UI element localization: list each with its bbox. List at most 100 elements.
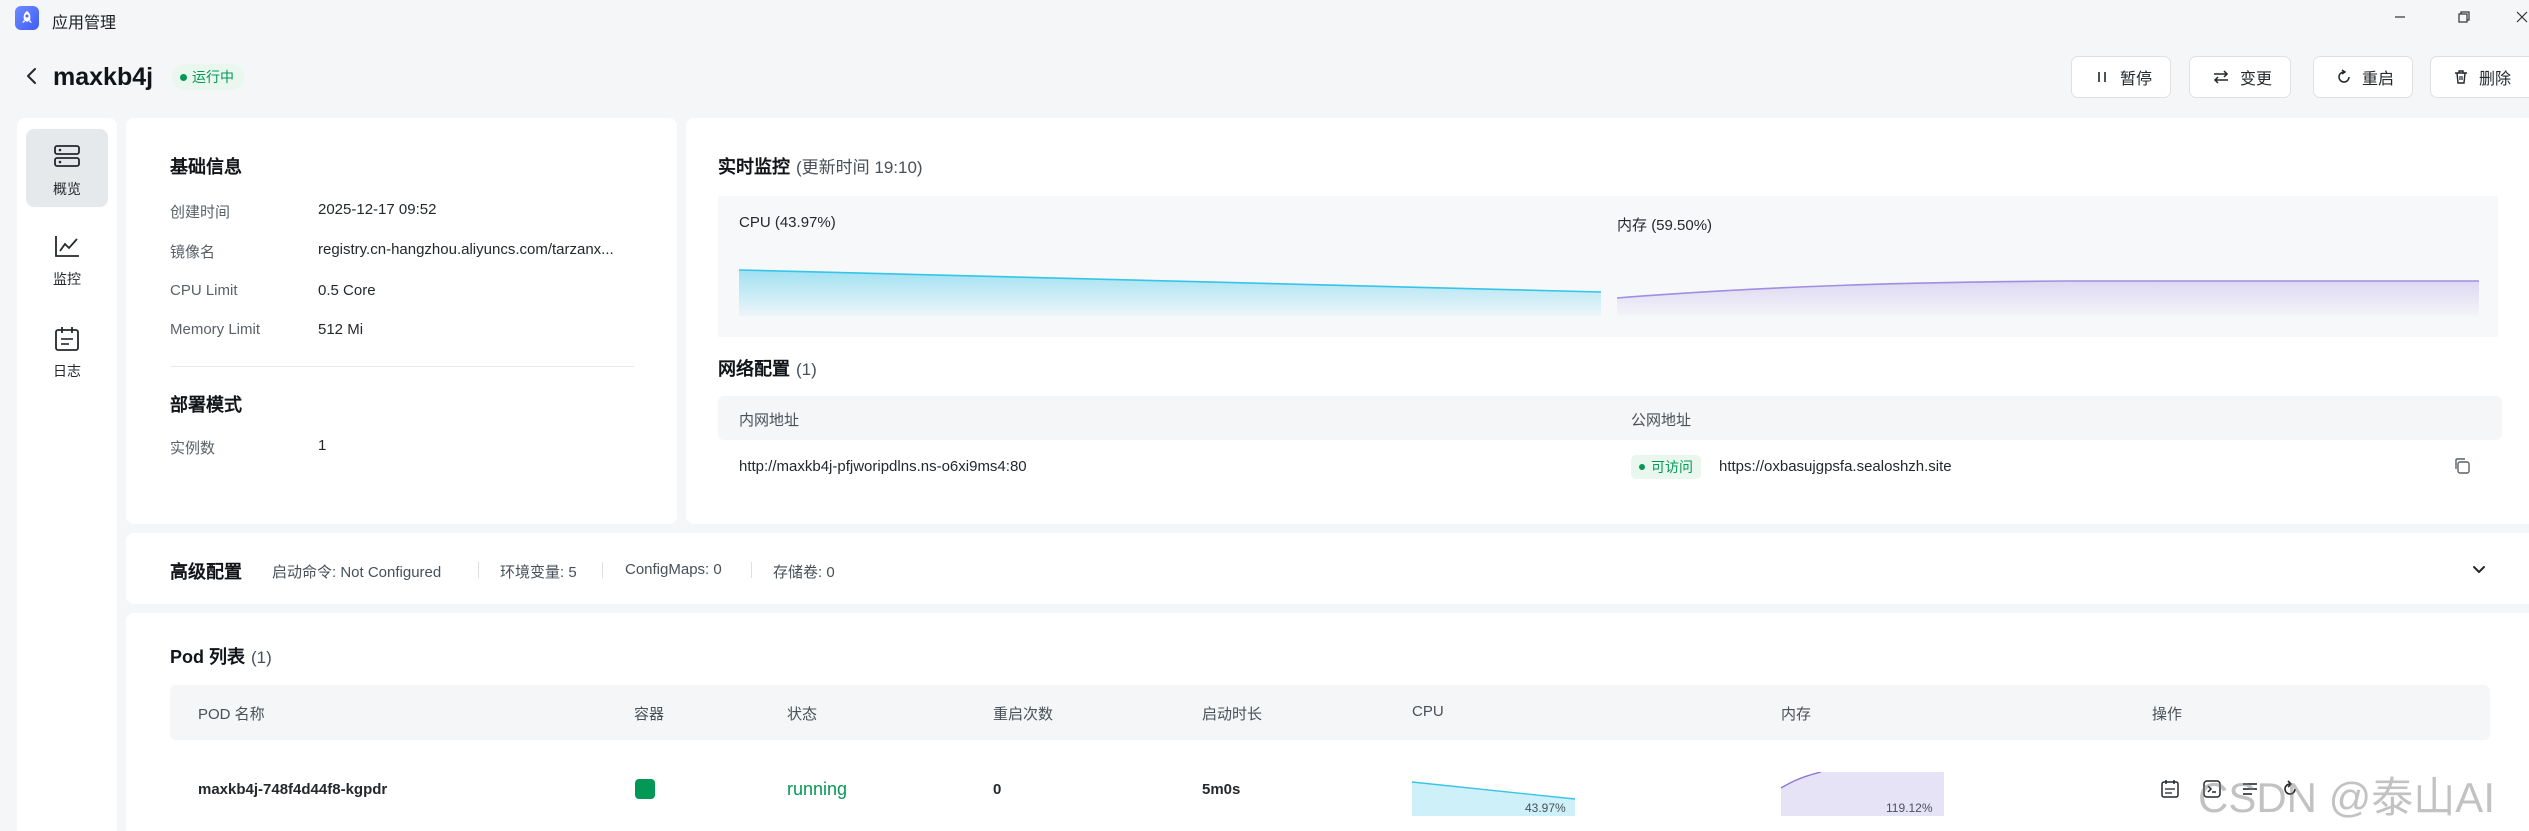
advanced-config-bar[interactable] <box>126 533 2529 604</box>
pod-mem-value: 119.12% <box>1886 801 1933 815</box>
minimize-button[interactable] <box>2388 6 2412 30</box>
status-badge: 运行中 <box>172 64 244 90</box>
network-count: (1) <box>796 360 817 379</box>
watermark: CSDN @泰山AI <box>2198 774 2495 821</box>
swap-icon <box>2213 70 2229 84</box>
server-icon <box>54 145 80 167</box>
separator <box>602 562 603 578</box>
info-key: Memory Limit <box>170 321 261 338</box>
info-key: 实例数 <box>170 440 216 457</box>
calendar-log-icon <box>2161 780 2179 798</box>
monitor-title-text: 实时监控 <box>718 157 790 177</box>
info-cpu-limit: 0.5 Core <box>318 282 376 299</box>
title-bar: 应用管理 <box>0 0 2529 37</box>
monitor-title: 实时监控 (更新时间 19:10) <box>718 153 923 179</box>
column-restarts: 重启次数 <box>993 706 1054 723</box>
pause-label: 暂停 <box>2120 71 2153 88</box>
pod-status: running <box>787 779 848 799</box>
mem-monitor-label: 内存 (59.50%) <box>1617 214 1712 235</box>
pod-list-title: Pod 列表 (1) <box>170 643 272 669</box>
column-status: 状态 <box>787 706 818 723</box>
internal-url[interactable]: http://maxkb4j-pfjworipdlns.ns-o6xi9ms4:… <box>739 458 1027 475</box>
info-image-name: registry.cn-hangzhou.aliyuncs.com/tarzan… <box>318 241 614 258</box>
advanced-start-command: 启动命令: Not Configured <box>272 564 442 581</box>
column-container: 容器 <box>634 706 665 723</box>
pod-table-header <box>170 685 2490 740</box>
column-pod-name: POD 名称 <box>198 706 265 723</box>
pod-log-button[interactable] <box>2160 779 2180 799</box>
cpu-value: (43.97%) <box>774 214 836 231</box>
delete-button[interactable]: 删除 <box>2430 56 2529 98</box>
restart-label: 重启 <box>2362 71 2395 88</box>
trash-icon <box>2455 70 2467 84</box>
info-key: 镜像名 <box>170 244 216 261</box>
column-memory: 内存 <box>1781 706 1812 723</box>
info-replicas: 1 <box>318 437 327 454</box>
column-internal-address: 内网地址 <box>739 412 800 429</box>
advanced-config-title: 高级配置 <box>170 562 242 582</box>
basic-info-title: 基础信息 <box>170 157 242 177</box>
deploy-mode-title: 部署模式 <box>170 395 242 415</box>
cpu-monitor-label: CPU (43.97%) <box>739 214 836 231</box>
advanced-env-vars: 环境变量: 5 <box>500 564 577 581</box>
network-title: 网络配置 (1) <box>718 355 817 381</box>
separator <box>478 562 479 578</box>
column-public-address: 公网地址 <box>1631 412 1692 429</box>
info-memory-limit: 512 Mi <box>318 321 364 338</box>
restart-button[interactable]: 重启 <box>2313 56 2414 98</box>
app-logo-icon <box>15 6 39 30</box>
info-key: CPU Limit <box>170 282 238 299</box>
close-window-button[interactable] <box>2510 6 2529 30</box>
window-title: 应用管理 <box>52 15 117 32</box>
cpu-sparkline-chart <box>739 269 1601 316</box>
chevron-left-icon <box>27 68 36 84</box>
public-status-badge: 可访问 <box>1631 455 1701 479</box>
sidebar: 概览 监控 日志 <box>17 118 117 831</box>
cpu-label: CPU <box>739 214 771 231</box>
pod-count: (1) <box>251 648 272 667</box>
column-uptime: 启动时长 <box>1202 706 1263 723</box>
delete-label: 删除 <box>2479 71 2512 88</box>
advanced-volumes: 存储卷: 0 <box>773 564 835 581</box>
app-name-title: maxkb4j <box>53 63 154 91</box>
mem-value: (59.50%) <box>1651 217 1713 234</box>
pod-restarts: 0 <box>993 781 1002 798</box>
back-button[interactable] <box>20 64 44 88</box>
mem-area <box>1617 281 2479 316</box>
mem-label: 内存 <box>1617 217 1648 234</box>
restart-icon <box>2338 69 2350 83</box>
copy-button[interactable] <box>2453 457 2471 475</box>
chevron-down-icon <box>2473 566 2485 573</box>
pod-uptime: 5m0s <box>1202 781 1241 798</box>
sidebar-item-label: 日志 <box>53 363 81 379</box>
network-table-header <box>718 396 2502 440</box>
pod-name: maxkb4j-748f4d44f8-kgpdr <box>198 781 388 798</box>
sidebar-item-monitor[interactable]: 监控 <box>26 219 108 297</box>
sidebar-item-logs[interactable]: 日志 <box>26 311 108 389</box>
network-title-text: 网络配置 <box>718 359 790 379</box>
sidebar-item-overview[interactable]: 概览 <box>26 129 108 207</box>
pause-button[interactable]: 暂停 <box>2071 56 2172 98</box>
info-key: 创建时间 <box>170 204 231 221</box>
mem-sparkline-chart <box>1617 280 2479 316</box>
line-chart-icon <box>55 236 79 257</box>
copy-icon <box>2455 458 2470 474</box>
monitor-update-time: (更新时间 19:10) <box>796 158 923 177</box>
calendar-log-icon <box>55 327 79 351</box>
separator <box>751 562 752 578</box>
advanced-configmaps: ConfigMaps: 0 <box>625 561 722 578</box>
pod-list-title-text: Pod 列表 <box>170 647 245 667</box>
sidebar-item-label: 概览 <box>53 181 81 197</box>
container-status-indicator[interactable] <box>635 779 655 799</box>
maximize-button[interactable] <box>2452 6 2476 30</box>
change-label: 变更 <box>2240 71 2273 88</box>
column-actions: 操作 <box>2152 706 2183 723</box>
pause-icon <box>2098 72 2106 82</box>
sidebar-item-label: 监控 <box>53 271 81 287</box>
expand-advanced-button[interactable] <box>2470 561 2488 579</box>
pod-cpu-value: 43.97% <box>1525 801 1566 815</box>
column-cpu: CPU <box>1412 703 1444 720</box>
public-url-link[interactable]: https://oxbasujgpsfa.sealoshzh.site <box>1719 458 1952 475</box>
divider <box>170 366 634 367</box>
change-button[interactable]: 变更 <box>2189 56 2292 98</box>
